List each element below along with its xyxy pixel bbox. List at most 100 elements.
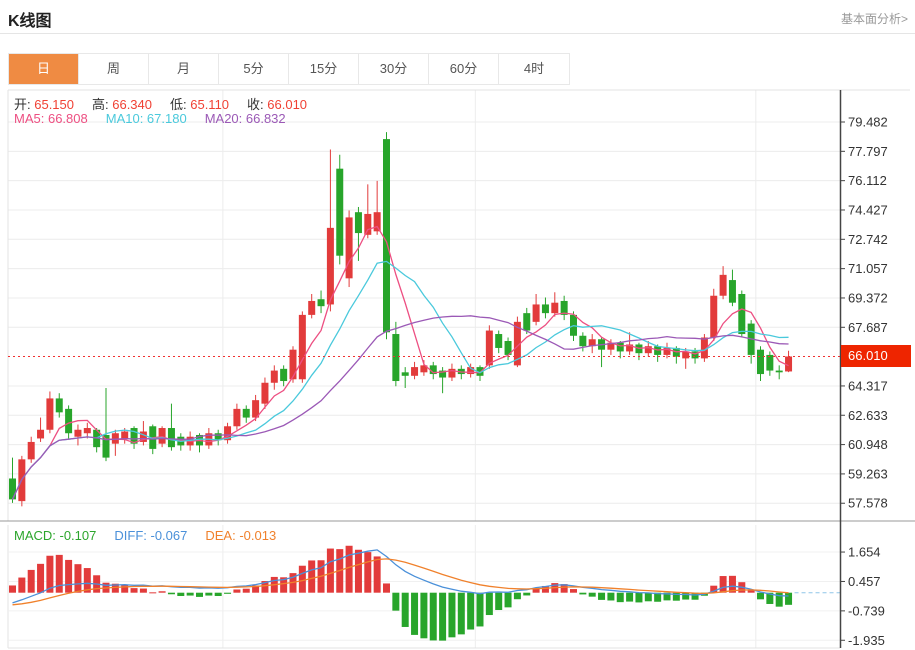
macd-bar <box>346 546 353 593</box>
candle-body <box>28 442 35 459</box>
macd-bar <box>626 593 633 602</box>
candle-body <box>84 428 91 433</box>
candle-body <box>495 334 502 348</box>
price-axis-label: 69.372 <box>848 290 888 305</box>
tab-day[interactable]: 日 <box>9 54 79 84</box>
candle-body <box>74 430 81 437</box>
macd-bar <box>467 593 474 630</box>
candle-body <box>729 280 736 303</box>
macd-bar <box>121 585 128 593</box>
macd-bar <box>495 593 502 610</box>
candle-body <box>542 304 549 313</box>
candle-body <box>411 367 418 376</box>
title-divider <box>0 33 915 34</box>
macd-bar <box>635 593 642 603</box>
macd-bar <box>682 593 689 600</box>
candle-body <box>327 228 334 305</box>
macd-bar <box>131 588 138 593</box>
macd-bar <box>327 549 334 593</box>
ma-legend: MA5: 66.808MA10: 67.180MA20: 66.832 <box>14 111 304 126</box>
price-axis-label: 71.057 <box>848 261 888 276</box>
macd-bar <box>299 566 306 593</box>
ma20-line <box>13 316 789 500</box>
macd-bar <box>505 593 512 608</box>
macd-bar <box>411 593 418 635</box>
tab-30min[interactable]: 30分 <box>359 54 429 84</box>
price-axis-label: 74.427 <box>848 202 888 217</box>
ma-item: MA10: 67.180 <box>106 111 187 126</box>
fundamental-analysis-link[interactable]: 基本面分析> <box>841 10 908 27</box>
candle-body <box>364 214 371 235</box>
page-title: K线图 <box>8 7 52 31</box>
candle-body <box>290 350 297 380</box>
tab-week[interactable]: 周 <box>79 54 149 84</box>
macd-bar <box>448 593 455 638</box>
macd-bar <box>159 591 166 592</box>
candle-body <box>37 430 44 439</box>
ohlc-item: 收: 66.010 <box>247 97 307 112</box>
macd-bar <box>28 570 35 593</box>
candle-body <box>9 478 16 499</box>
macd-bar <box>785 593 792 605</box>
current-price-tag: 66.010 <box>841 345 911 367</box>
candle-body <box>355 212 362 233</box>
macd-bar <box>477 593 484 627</box>
kline-widget: K线图 基本面分析> 日周月5分15分30分60分4时 开: 65.150高: … <box>0 0 915 650</box>
candle-body <box>318 299 325 306</box>
kline-chart-canvas[interactable]: 79.48277.79776.11274.42772.74271.05769.3… <box>0 88 915 650</box>
macd-bar <box>215 593 222 596</box>
macd-bar <box>18 578 25 593</box>
macd-item: DEA: -0.013 <box>205 528 276 543</box>
macd-bar <box>177 593 184 596</box>
price-axis-label: 60.948 <box>848 437 888 452</box>
price-axis-label: 77.797 <box>848 144 888 159</box>
macd-bar <box>187 593 194 596</box>
macd-bar <box>523 593 530 596</box>
price-axis-label: 62.633 <box>848 408 888 423</box>
candle-body <box>280 369 287 381</box>
macd-bar <box>589 593 596 597</box>
macd-bar <box>74 564 81 593</box>
tab-60min[interactable]: 60分 <box>429 54 499 84</box>
price-axis-label: 72.742 <box>848 232 888 247</box>
macd-bar <box>140 589 147 593</box>
price-axis-label: 59.263 <box>848 466 888 481</box>
candle-body <box>346 217 353 278</box>
price-axis-label: 64.317 <box>848 378 888 393</box>
candle-body <box>523 313 530 330</box>
macd-bar <box>233 589 240 592</box>
macd-bar <box>402 593 409 627</box>
candle-body <box>336 169 343 256</box>
tab-5min[interactable]: 5分 <box>219 54 289 84</box>
macd-bar <box>196 593 203 597</box>
ma10-line <box>13 261 789 499</box>
diff-line <box>13 550 789 603</box>
candle-body <box>617 343 624 352</box>
tab-4hour[interactable]: 4时 <box>499 54 569 84</box>
macd-bar <box>364 552 371 593</box>
tab-month[interactable]: 月 <box>149 54 219 84</box>
candle-body <box>710 296 717 338</box>
candle-body <box>121 431 128 438</box>
candle-body <box>299 315 306 379</box>
candle-body <box>65 409 72 433</box>
price-axis-label: 57.578 <box>848 496 888 511</box>
candle-body <box>766 355 773 371</box>
macd-bar <box>392 593 399 611</box>
candle-body <box>271 371 278 383</box>
macd-bar <box>65 560 72 593</box>
candle-body <box>308 301 315 315</box>
macd-bar <box>486 593 493 615</box>
tab-15min[interactable]: 15分 <box>289 54 359 84</box>
macd-bar <box>149 592 156 593</box>
macd-bar <box>439 593 446 641</box>
ohlc-item: 开: 65.150 <box>14 97 74 112</box>
macd-bar <box>430 593 437 641</box>
ma5-line <box>13 227 789 500</box>
macd-bar <box>458 593 465 635</box>
candle-body <box>486 331 493 366</box>
candle-body <box>56 398 63 412</box>
macd-bar <box>607 593 614 601</box>
macd-bar <box>9 585 16 592</box>
macd-bar <box>205 593 212 596</box>
